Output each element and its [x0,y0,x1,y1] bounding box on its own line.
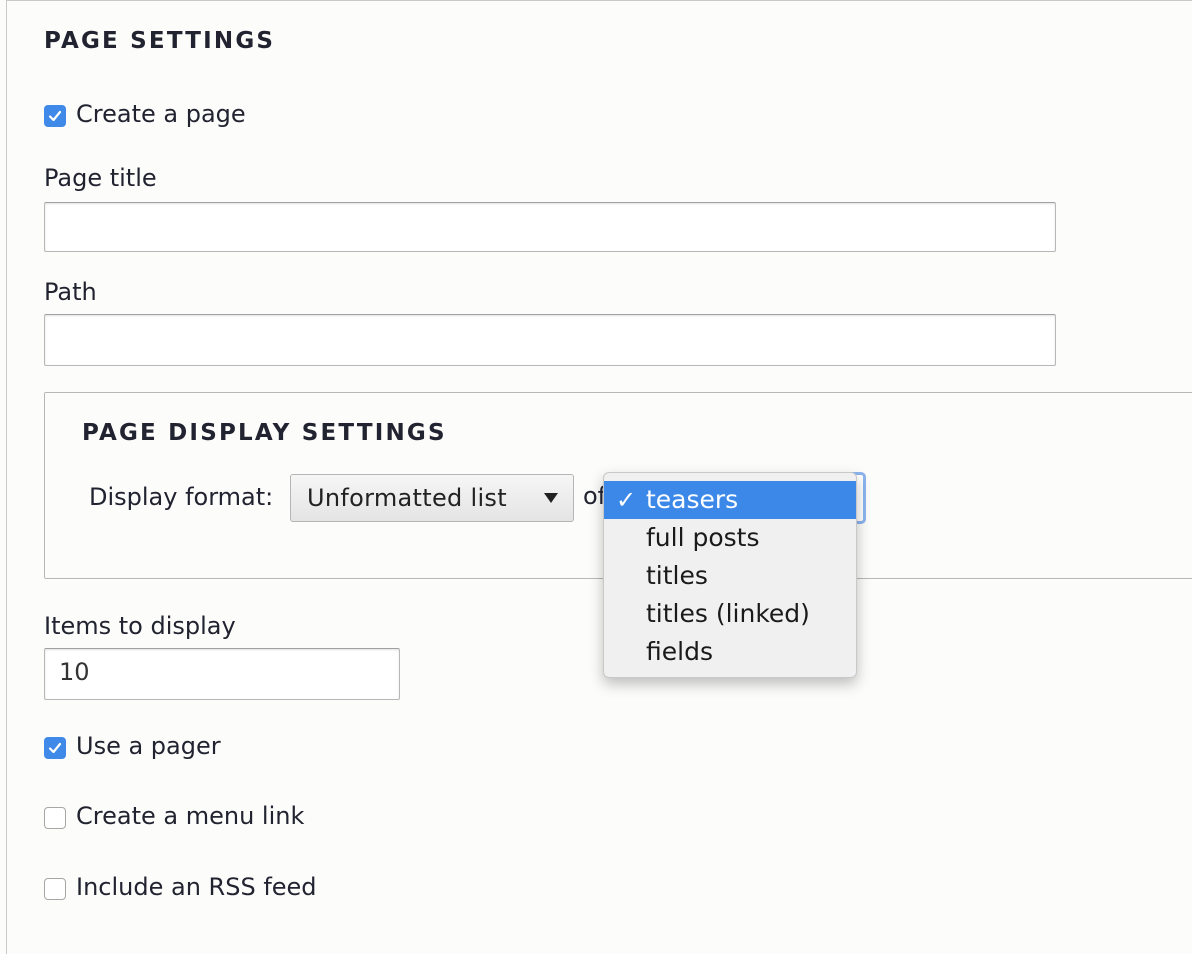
menu-item-label: teasers [646,485,739,514]
menu-item-titles[interactable]: titles [604,557,856,595]
menu-item-label: full posts [646,523,760,552]
of-label: of [583,482,605,510]
checkmark-icon [48,110,62,122]
chevron-down-icon [544,493,558,503]
panel-left-border [6,0,7,954]
display-format-label: Display format: [89,483,274,511]
path-label: Path [44,278,97,306]
page-title-label: Page title [44,164,157,192]
row-style-dropdown-menu: ✓ teasers full posts titles titles (link… [603,472,857,678]
menu-item-label: titles (linked) [646,599,810,628]
page-settings-title: PAGE SETTINGS [44,28,276,54]
menu-item-label: fields [646,637,713,666]
page-display-settings-title: PAGE DISPLAY SETTINGS [82,420,447,446]
use-pager-label[interactable]: Use a pager [76,732,221,760]
menu-item-teasers[interactable]: ✓ teasers [604,481,856,519]
display-format-select[interactable]: Unformatted list [290,474,574,522]
items-to-display-label: Items to display [44,612,236,640]
create-menu-link-checkbox[interactable] [44,807,66,829]
use-pager-checkbox[interactable] [44,737,66,759]
menu-item-full-posts[interactable]: full posts [604,519,856,557]
page-title-input[interactable] [44,202,1056,252]
items-to-display-input[interactable]: 10 [44,648,400,700]
display-format-value: Unformatted list [307,484,507,512]
menu-item-label: titles [646,561,708,590]
create-page-label[interactable]: Create a page [76,100,246,128]
create-page-checkbox[interactable] [44,105,66,127]
include-rss-label[interactable]: Include an RSS feed [76,873,317,901]
menu-item-titles-linked[interactable]: titles (linked) [604,595,856,633]
check-icon: ✓ [616,486,637,514]
include-rss-checkbox[interactable] [44,878,66,900]
panel-top-border [6,0,1192,1]
create-menu-link-label[interactable]: Create a menu link [76,802,304,830]
checkmark-icon [48,742,62,754]
path-input[interactable] [44,314,1056,366]
menu-item-fields[interactable]: fields [604,633,856,671]
page-settings-panel: PAGE SETTINGS Create a page Page title P… [0,0,1192,954]
